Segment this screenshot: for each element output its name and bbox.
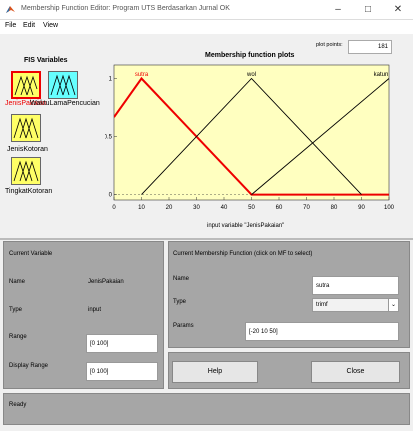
x-tick-label: 0 bbox=[112, 205, 116, 211]
range-input[interactable]: [0 100] bbox=[86, 334, 158, 353]
menu-file[interactable]: File bbox=[5, 22, 16, 29]
fis-variable-output-waktulamapencucian[interactable] bbox=[48, 71, 78, 99]
variable-type-value: input bbox=[88, 307, 102, 313]
x-tick-label: 50 bbox=[248, 205, 255, 211]
current-mf-title: Current Membership Function (click on MF… bbox=[173, 251, 313, 257]
mf-type-select[interactable]: trimf ⌄ bbox=[312, 298, 399, 312]
variable-name-value: JenisPakaian bbox=[88, 279, 124, 285]
maximize-button[interactable]: □ bbox=[353, 0, 383, 20]
close-button[interactable]: Close bbox=[311, 361, 400, 383]
x-tick-label: 40 bbox=[221, 205, 228, 211]
y-tick-label: 0.5 bbox=[105, 135, 113, 141]
mf-type-value: trimf bbox=[316, 302, 328, 308]
x-tick-label: 10 bbox=[138, 205, 145, 211]
x-tick-label: 20 bbox=[166, 205, 173, 211]
plot-points-input[interactable]: 181 bbox=[348, 40, 392, 54]
y-tick-label: 1 bbox=[109, 77, 113, 83]
matlab-icon bbox=[6, 6, 15, 13]
close-window-button[interactable]: ✕ bbox=[383, 0, 413, 20]
fis-variable-input-tingkatkotoran[interactable] bbox=[11, 157, 41, 185]
separator bbox=[0, 238, 413, 240]
mf-label: wol bbox=[246, 72, 256, 78]
fis-variable-label: JenisKotoran bbox=[7, 146, 48, 153]
plot-title: Membership function plots bbox=[205, 52, 295, 59]
mf-type-label: Type bbox=[173, 299, 187, 305]
menu-view[interactable]: View bbox=[43, 22, 58, 29]
x-axis-label: input variable "JenisPakaian" bbox=[207, 223, 285, 229]
fis-variables-title: FIS Variables bbox=[24, 57, 68, 64]
x-tick-label: 60 bbox=[276, 205, 283, 211]
x-tick-label: 80 bbox=[331, 205, 338, 211]
status-text: Ready bbox=[9, 402, 27, 408]
menu-bar: File Edit View bbox=[0, 20, 413, 34]
plot-points-label: plot points: bbox=[316, 42, 343, 48]
help-button[interactable]: Help bbox=[172, 361, 258, 383]
x-tick-label: 100 bbox=[384, 205, 395, 211]
variable-type-label: Type bbox=[9, 307, 23, 313]
mf-label: sutra bbox=[135, 72, 149, 78]
params-label: Params bbox=[173, 323, 194, 329]
x-tick-label: 70 bbox=[303, 205, 310, 211]
title-bar: Membership Function Editor: Program UTS … bbox=[0, 0, 413, 20]
mf-name-input[interactable]: sutra bbox=[312, 276, 399, 295]
status-bar: Ready bbox=[3, 393, 410, 425]
chevron-down-icon: ⌄ bbox=[388, 299, 398, 311]
x-tick-label: 30 bbox=[193, 205, 200, 211]
params-input[interactable]: [-20 10 50] bbox=[245, 322, 399, 341]
mf-name-label: Name bbox=[173, 276, 190, 282]
display-range-input[interactable]: [0 100] bbox=[86, 362, 158, 381]
membership-function-plot[interactable]: 0 10 20 30 40 50 60 70 80 90 100 0 0.5 1 sutra wol katun bbox=[105, 60, 400, 225]
variable-name-label: Name bbox=[9, 279, 26, 285]
input-mf-icon bbox=[14, 75, 38, 96]
mf-label: katun bbox=[374, 72, 389, 78]
y-tick-label: 0 bbox=[109, 193, 113, 199]
input-mf-icon bbox=[13, 117, 39, 139]
display-range-label: Display Range bbox=[9, 363, 49, 369]
output-mf-icon bbox=[50, 74, 76, 96]
minimize-button[interactable]: – bbox=[323, 0, 353, 20]
menu-edit[interactable]: Edit bbox=[23, 22, 35, 29]
range-label: Range bbox=[9, 334, 27, 340]
window-title: Membership Function Editor: Program UTS … bbox=[21, 5, 230, 12]
fis-variable-input-jeniskotoran[interactable] bbox=[11, 114, 41, 142]
input-mf-icon bbox=[13, 160, 39, 182]
x-tick-label: 90 bbox=[358, 205, 365, 211]
fis-variable-label: WaktuLamaPencucian bbox=[30, 100, 100, 107]
current-variable-title: Current Variable bbox=[9, 251, 53, 257]
fis-variable-input-jenispakaian[interactable] bbox=[11, 71, 41, 99]
fis-variable-label: TingkatKotoran bbox=[5, 188, 53, 195]
